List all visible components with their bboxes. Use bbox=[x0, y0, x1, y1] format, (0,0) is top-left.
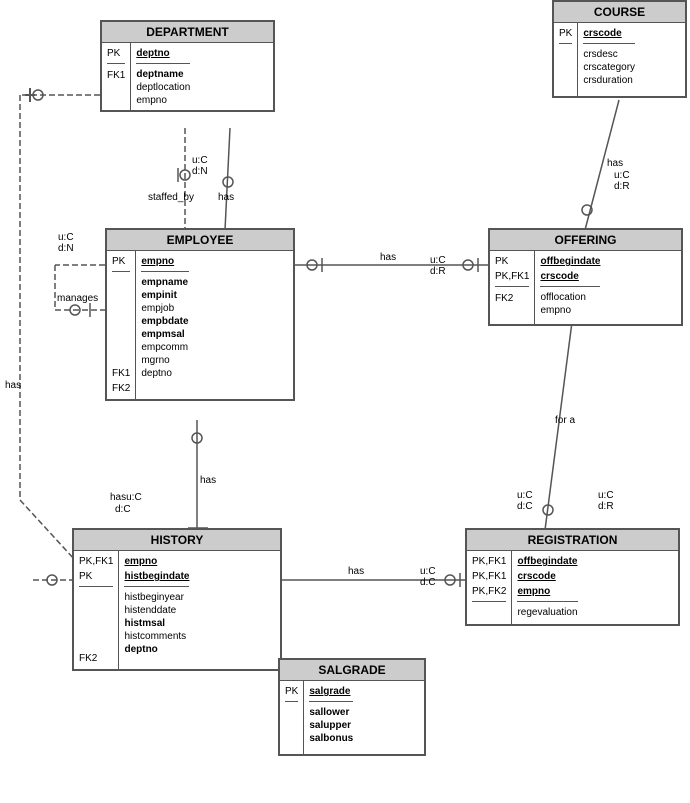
label-has-course-offering: has bbox=[607, 158, 623, 169]
entity-offering-title: OFFERING bbox=[490, 230, 681, 251]
entity-salgrade-title: SALGRADE bbox=[280, 660, 424, 681]
dept-pk-row: PK bbox=[107, 46, 125, 61]
entity-history: HISTORY PK,FK1 PK FK2 empno histbeg bbox=[72, 528, 282, 671]
entity-registration-title: REGISTRATION bbox=[467, 530, 678, 551]
entity-history-title: HISTORY bbox=[74, 530, 280, 551]
label-uc-dn-dept: u:Cd:N bbox=[192, 155, 208, 177]
entity-course: COURSE PK crscode crsdesc crscategory cr… bbox=[552, 0, 687, 98]
label-manages: manages bbox=[57, 293, 98, 304]
entity-department: DEPARTMENT PK FK1 deptno deptname deptlo… bbox=[100, 20, 275, 112]
label-has-emp-offering: has bbox=[380, 252, 396, 263]
label-has-dept: has bbox=[218, 192, 234, 203]
entity-department-title: DEPARTMENT bbox=[102, 22, 273, 43]
erd-diagram: DEPARTMENT PK FK1 deptno deptname deptlo… bbox=[0, 0, 690, 803]
entity-employee-title: EMPLOYEE bbox=[107, 230, 293, 251]
entity-salgrade: SALGRADE PK salgrade sallower salupper s… bbox=[278, 658, 426, 756]
label-uc-dr-course: u:Cd:R bbox=[614, 170, 630, 192]
label-has-emp-hist: has bbox=[200, 475, 216, 486]
label-uc-dc-hist-reg: u:Cd:C bbox=[420, 566, 436, 588]
entity-registration: REGISTRATION PK,FK1 PK,FK1 PK,FK2 offbeg… bbox=[465, 528, 680, 626]
entity-offering: OFFERING PK PK,FK1 FK2 offbegindate crsc… bbox=[488, 228, 683, 326]
label-uc-dc-off-reg: u:Cd:C bbox=[517, 490, 533, 512]
label-staffed-by: staffed_by bbox=[148, 192, 194, 203]
entity-course-title: COURSE bbox=[554, 2, 685, 23]
label-hasu-uc: hasu:C bbox=[110, 492, 142, 503]
label-for-a: for a bbox=[555, 415, 575, 426]
label-has-left: has bbox=[5, 380, 21, 391]
label-uc-dr-offering: u:Cd:R bbox=[430, 255, 446, 277]
entity-employee: EMPLOYEE PK FK1 FK2 empno bbox=[105, 228, 295, 401]
label-uc-dr-off-reg: u:Cd:R bbox=[598, 490, 614, 512]
label-has-hist-reg: has bbox=[348, 566, 364, 577]
label-uc-dn-emp-left: u:Cd:N bbox=[58, 232, 74, 254]
label-hasd-dc: d:C bbox=[115, 504, 131, 515]
